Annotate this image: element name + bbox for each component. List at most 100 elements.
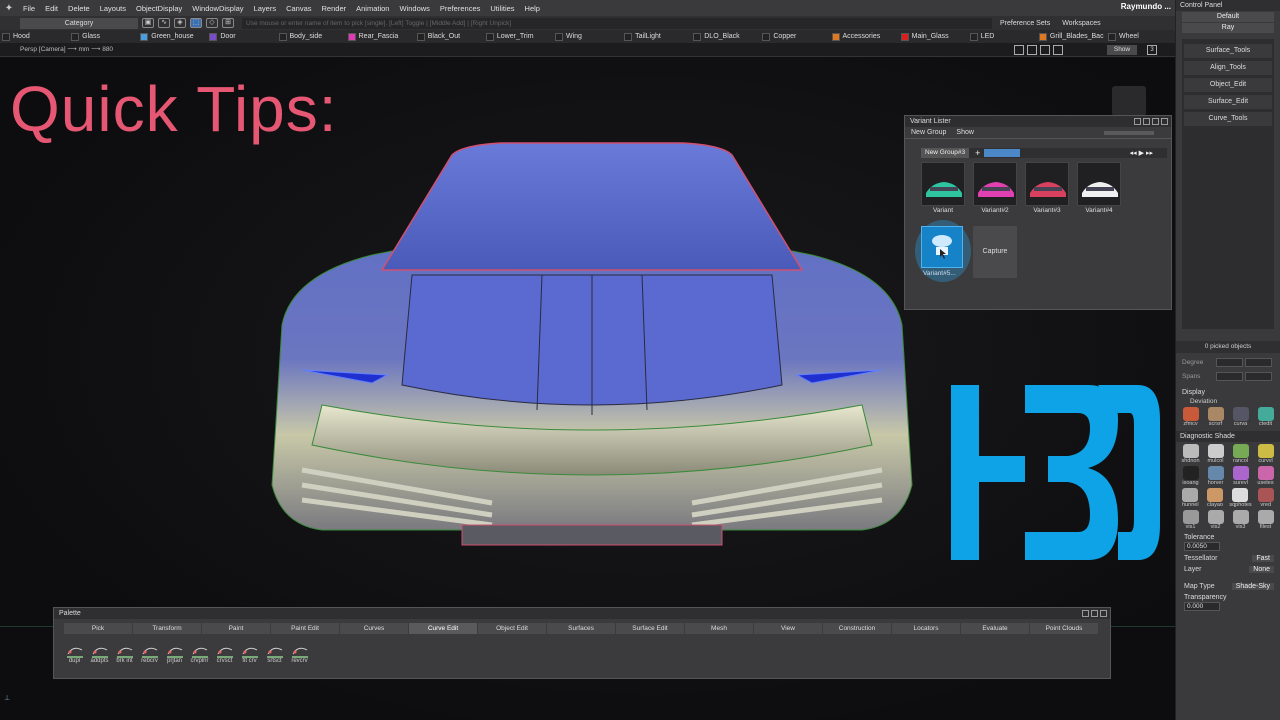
camera-icon[interactable] [1053,45,1063,55]
group-icon[interactable]: ⊞ [222,18,234,28]
curve-icon[interactable]: ∿ [158,18,170,28]
layer-color-swatch[interactable] [347,32,356,41]
view-cube[interactable] [1112,86,1146,116]
layer-taillight[interactable]: TailLight [622,31,691,42]
shelf-curve-tools[interactable]: Curve_Tools [1184,112,1272,126]
layer-color-swatch[interactable] [693,32,702,41]
close-icon[interactable] [1100,610,1107,617]
tool-usetes[interactable]: usetes [1255,466,1276,486]
tolerance-field[interactable]: 0.0050 [1184,542,1220,551]
variant-item[interactable]: Variant#2 [973,162,1017,214]
layer-wing[interactable]: Wing [553,31,622,42]
layer-copper[interactable]: Copper [760,31,829,42]
maximize-icon[interactable] [1143,118,1150,125]
playback-controls[interactable]: ◂◂ ▶ ▸▸ [1130,149,1167,157]
menu-layouts[interactable]: Layouts [95,4,131,13]
tool-vis1[interactable]: vis1 [1180,510,1201,530]
menu-utilities[interactable]: Utilities [485,4,519,13]
category-dropdown[interactable]: Category [20,17,138,29]
layer-door[interactable]: Door [207,31,276,42]
maximize-icon[interactable] [1014,45,1024,55]
layer-color-swatch[interactable] [555,32,563,41]
collapse-icon[interactable] [1152,118,1159,125]
tool-surevl[interactable]: surevl [1230,466,1251,486]
variant-thumbnail[interactable] [973,162,1017,206]
layer-glass[interactable]: Glass [69,31,138,42]
palette-tab-evaluate[interactable]: Evaluate [961,623,1029,634]
menu-layers[interactable]: Layers [249,4,282,13]
menu-help[interactable]: Help [520,4,545,13]
tool-shdnon[interactable]: shdnon [1180,444,1201,464]
pick-icon[interactable]: ▣ [142,18,154,28]
variant-thumbnail[interactable] [921,162,965,206]
restore-icon[interactable] [1134,118,1141,125]
palette-tab-point-clouds[interactable]: Point Clouds [1030,623,1098,634]
window-icon[interactable] [1027,45,1037,55]
tool-brk-int[interactable]: brk int [114,644,135,664]
menu-windowdisplay[interactable]: WindowDisplay [187,4,248,13]
variant-item[interactable]: Variant#3 [1025,162,1069,214]
camera-label[interactable]: Persp [Camera] ⟶ mm ⟶ 880 [20,45,113,53]
tool-addpts[interactable]: addpts [89,644,110,664]
layer-color-swatch[interactable] [140,32,149,41]
tessellator-dropdown[interactable]: Fast [1252,555,1274,562]
menu-canvas[interactable]: Canvas [281,4,316,13]
menu-animation[interactable]: Animation [351,4,394,13]
variant-item[interactable]: Variant#4 [1077,162,1121,214]
group-name[interactable]: New Group#3 [921,148,970,158]
diagnostic-shade-title[interactable]: Diagnostic Shade [1176,431,1280,442]
layer-color-swatch[interactable] [831,32,840,41]
degree-field-2[interactable] [1245,357,1272,367]
palette-tab-surfaces[interactable]: Surfaces [547,623,615,634]
render-dropdown[interactable]: Ray [1182,23,1274,33]
tool-fit-crv[interactable]: fit crv [239,644,260,664]
user-name[interactable]: Raymundo ... [1121,2,1171,11]
spans-field[interactable] [1216,371,1244,381]
layer-grill-blades-bac[interactable]: Grill_Blades_Bac [1037,31,1106,42]
capture-button[interactable]: Capture [973,226,1017,278]
deviation-label[interactable]: Deviation [1190,398,1266,405]
layer-color-swatch[interactable] [416,32,425,41]
show-button[interactable]: Show [1107,45,1137,55]
menu-objectdisplay[interactable]: ObjectDisplay [131,4,187,13]
display-label[interactable]: Display [1182,389,1274,396]
tool-srtsct[interactable]: srtsct [264,644,285,664]
show-menu[interactable]: Show [956,127,974,138]
collapse-icon[interactable] [1091,610,1098,617]
layer-color-swatch[interactable] [71,32,80,41]
palette-tab-paint[interactable]: Paint [202,623,270,634]
workspaces-button[interactable]: Workspaces [1058,20,1104,27]
layer-color-swatch[interactable] [209,32,218,41]
layer-body-side[interactable]: Body_side [277,31,346,42]
layer-color-swatch[interactable] [485,32,494,41]
variant-thumbnail[interactable] [1025,162,1069,206]
degree-field[interactable] [1216,357,1244,367]
palette-tab-pick[interactable]: Pick [64,623,132,634]
layer-color-swatch[interactable] [900,32,909,41]
menu-file[interactable]: File [18,4,40,13]
layer-color-swatch[interactable] [762,32,771,41]
layer-color-swatch[interactable] [2,32,10,41]
surface-icon[interactable]: ◈ [174,18,186,28]
zoom-slider[interactable] [1103,131,1154,135]
tool-revcrv[interactable]: revcrv [289,644,310,664]
prompt-line[interactable]: Use mouse or enter name of item to pick … [242,17,992,29]
shelf-surface-tools[interactable]: Surface_Tools [1184,44,1272,58]
add-variant-icon[interactable]: + [975,148,980,158]
tool-zfmcv[interactable]: zfmcv [1180,407,1201,427]
variant-thumbnail[interactable] [1077,162,1121,206]
tool-curva[interactable]: curva [1230,407,1251,427]
page-number[interactable]: 3 [1147,45,1157,55]
tool-isoang[interactable]: isoang [1180,466,1201,486]
preset-dropdown[interactable]: Default [1182,12,1274,22]
transparency-field[interactable]: 0.000 [1184,602,1220,611]
tool-prjtan[interactable]: prjtan [164,644,185,664]
new-group-menu[interactable]: New Group [911,127,946,138]
grid-icon[interactable] [1040,45,1050,55]
close-icon[interactable] [1161,118,1168,125]
group-tools-icon[interactable] [984,149,1021,157]
object-icon[interactable]: ⬚ [190,18,202,28]
layer-rear-fascia[interactable]: Rear_Fascia [346,31,415,42]
tool-rebcrv[interactable]: rebcrv [139,644,160,664]
tool-vred[interactable]: vred [1255,488,1276,508]
